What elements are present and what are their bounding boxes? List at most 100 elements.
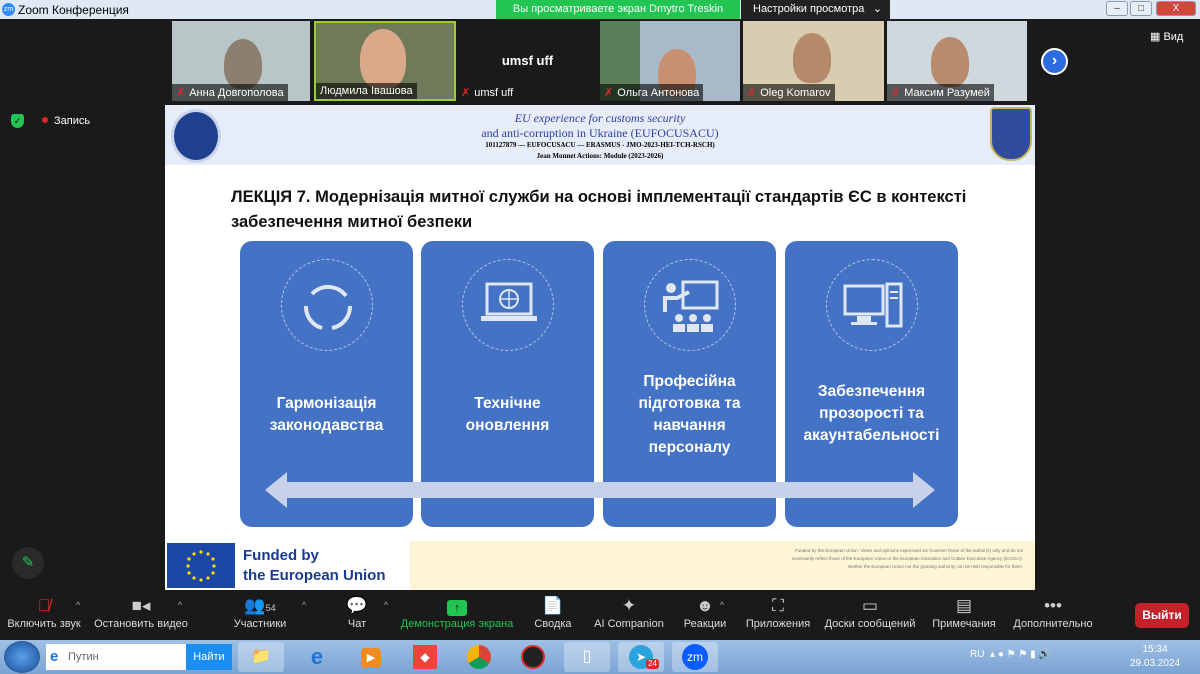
participant-name: Людмила Івашова (316, 83, 417, 99)
share-screen-button[interactable]: ↑ Демонстрация экрана (400, 594, 514, 630)
shared-slide: EU experience for customs security and a… (165, 105, 1035, 590)
anydesk-icon[interactable]: ◆ (402, 642, 448, 672)
card-text: персоналу (648, 439, 731, 456)
document-icon[interactable]: ▯ (564, 642, 610, 672)
refresh-cycle-icon (304, 284, 353, 330)
chrome-icon[interactable] (456, 642, 502, 672)
more-dots-icon: ••• (1044, 596, 1062, 615)
participant-tile[interactable]: ✗ Oleg Komarov (743, 21, 884, 101)
participant-tile-active[interactable]: Людмила Івашова (314, 21, 456, 101)
summary-document-icon: 📄 (542, 596, 564, 615)
meeting-toolbar: 🎙̸ Включить звук ^ ■◂ Остановить видео ^ 👥54… (0, 590, 1200, 640)
minimize-button[interactable]: – (1106, 1, 1128, 16)
muted-mic-icon: ✗ (604, 87, 614, 99)
project-code: 101127879 — EUFOCUSACU — ERASMUS - JMO-2… (485, 141, 715, 149)
chat-bubble-icon: 💬 (346, 596, 368, 615)
app-red-icon[interactable] (510, 642, 556, 672)
teacher-presentation-icon (663, 280, 719, 332)
notes-button[interactable]: ▤ Примечания (930, 594, 998, 630)
stop-video-button[interactable]: ■◂ Остановить видео ^ (94, 594, 188, 630)
participant-name: ✗ Ольга Антонова (600, 84, 704, 101)
close-button[interactable]: X (1156, 1, 1196, 16)
maximize-button[interactable]: □ (1130, 1, 1152, 16)
reactions-button[interactable]: ☻ Реакции ^ (682, 594, 728, 630)
share-screen-icon: ↑ (400, 594, 514, 618)
chevron-down-icon: ⌄ (872, 3, 882, 15)
card-text: акаунтабельності (803, 427, 940, 444)
ie-search-icon: e (50, 648, 59, 665)
view-settings-label: Настройки просмотра (753, 3, 865, 15)
ai-companion-button[interactable]: ✦ AI Companion (592, 594, 666, 630)
card-text: підготовка та (638, 395, 741, 412)
project-module: Jean Monnet Actions: Module (2023-2026) (536, 152, 664, 160)
sparkle-icon: ✦ (621, 596, 637, 615)
view-settings-button[interactable]: Настройки просмотра ⌄ (741, 0, 890, 19)
grid-icon: ▦ (1150, 31, 1164, 43)
next-participants-button[interactable]: › (1041, 48, 1068, 75)
card-text: Забезпечення (817, 383, 926, 400)
muted-mic-icon: ✗ (176, 87, 186, 99)
card-text: Технічне (474, 395, 541, 412)
participant-name: ✗ umsf uff (461, 87, 514, 99)
lecture-title: ЛЕКЦІЯ 7. Модернізація митної служби на … (231, 188, 967, 231)
leave-button[interactable]: Выйти (1135, 603, 1189, 628)
participants-icon: 👥54 (244, 596, 276, 615)
media-player-icon[interactable]: ▶ (348, 642, 394, 672)
muted-mic-icon: 🎙̸ (37, 596, 51, 615)
taskbar-find-button[interactable]: Найти (186, 644, 232, 670)
disclaimer-text: Funded by the European Union. Views and … (791, 548, 1023, 569)
whiteboards-button[interactable]: ▭ Доски сообщений (824, 594, 916, 630)
participant-placeholder-name: umsf uff (501, 53, 554, 68)
file-explorer-icon[interactable]: 📁 (238, 642, 284, 672)
telegram-icon[interactable]: ➤ 24 (618, 642, 664, 672)
security-shield-icon[interactable]: ✓ (11, 114, 24, 128)
start-button-windows-icon[interactable] (4, 641, 40, 673)
participant-tile[interactable]: umsf uff ✗ umsf uff (457, 21, 598, 101)
card-text: законодавства (269, 417, 384, 434)
double-arrow-icon (265, 472, 935, 508)
taskbar-clock[interactable]: 15:34 29.03.2024 (1130, 643, 1180, 671)
annotate-pencil-icon[interactable]: ✎ (12, 547, 44, 579)
project-title-line2: and anti-corruption in Ukraine (EUFOCUSA… (481, 126, 719, 140)
participant-name: ✗ Анна Довгополова (172, 84, 288, 101)
card-text: прозорості та (819, 405, 924, 422)
project-title-line1: EU experience for customs security (514, 111, 686, 125)
notes-icon: ▤ (955, 596, 973, 615)
zoom-logo-icon: zm (2, 3, 15, 16)
view-button[interactable]: ▦ Вид (1150, 30, 1183, 43)
university-logo (171, 109, 221, 163)
eu-flag-logo (167, 543, 235, 588)
card-text: Гармонізація (276, 395, 377, 412)
taskbar-search-input[interactable]: e Путин (46, 644, 186, 670)
video-camera-icon: ■◂ (131, 596, 151, 615)
muted-mic-icon: ✗ (891, 87, 901, 99)
participant-tile[interactable]: ✗ Максим Разумей (887, 21, 1027, 101)
internet-explorer-icon[interactable]: e (294, 642, 340, 672)
apps-button[interactable]: ⛶ Приложения (744, 594, 812, 630)
telegram-badge: 24 (646, 659, 659, 669)
system-tray: RU ▴ ● ⚑ ⚑ ▮ 🔊 (970, 649, 1051, 660)
participant-tile[interactable]: ✗ Анна Довгополова (172, 21, 310, 101)
tray-icons[interactable]: ▴ ● ⚑ ⚑ ▮ 🔊 (990, 649, 1051, 660)
desktop-computer-icon (843, 282, 903, 328)
summary-button[interactable]: 📄 Сводка (532, 594, 574, 630)
muted-mic-icon: ✗ (747, 87, 757, 99)
disclaimer-box: Funded by the European Union. Views and … (410, 541, 1035, 590)
card-text: навчання (653, 417, 726, 434)
participant-name: ✗ Максим Разумей (887, 84, 994, 101)
unmute-button[interactable]: 🎙̸ Включить звук ^ (6, 594, 82, 630)
participant-name: ✗ Oleg Komarov (743, 84, 835, 101)
share-banner: Вы просматриваете экран Dmytro Treskin (496, 0, 740, 19)
funded-by-eu-text: Funded by the European Union (243, 547, 386, 584)
laptop-globe-icon (481, 282, 537, 321)
zoom-taskbar-icon[interactable]: zm (672, 642, 718, 672)
participants-button[interactable]: 👥54 Участники ^ (230, 594, 307, 630)
more-button[interactable]: ••• Дополнительно (1012, 594, 1094, 630)
recording-indicator[interactable]: Запись (42, 115, 90, 127)
whiteboard-icon: ▭ (861, 596, 879, 615)
participant-tile[interactable]: ✗ Ольга Антонова (600, 21, 740, 101)
slide-header: EU experience for customs security and a… (165, 105, 1035, 165)
chat-button[interactable]: 💬 Чат ^ (342, 594, 388, 630)
card-text: Професійна (643, 373, 736, 390)
language-indicator[interactable]: RU (970, 649, 984, 660)
